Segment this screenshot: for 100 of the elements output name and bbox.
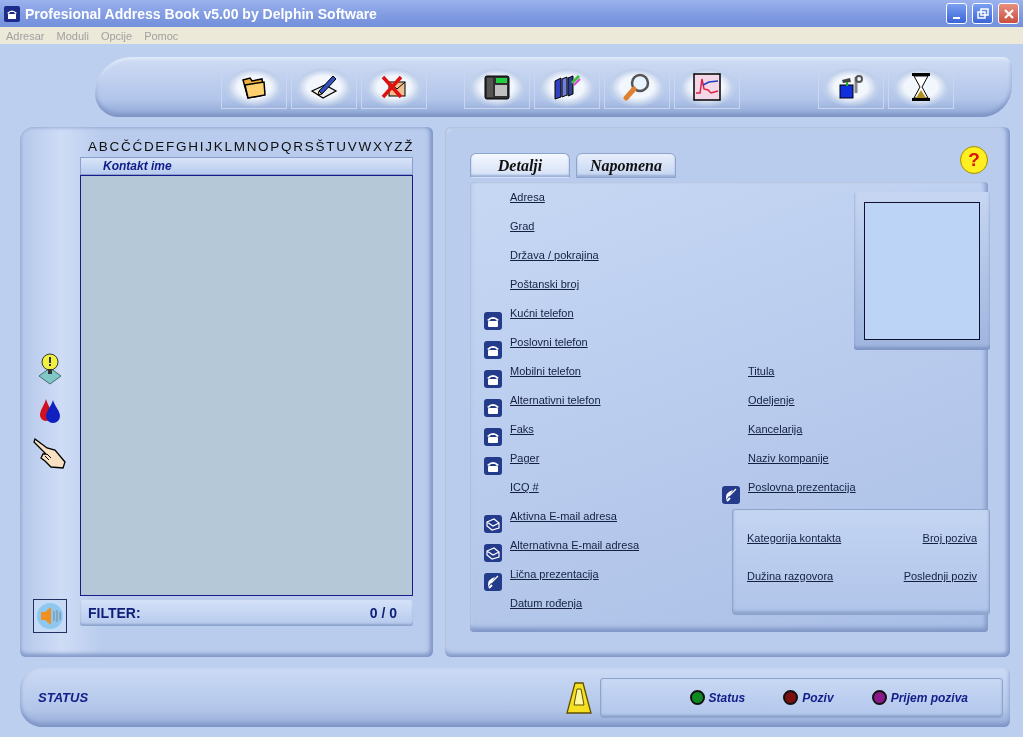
field-link[interactable]: Poštanski broj — [510, 277, 580, 290]
field-link[interactable]: Naziv kompanije — [748, 451, 829, 464]
telephone-icon — [4, 5, 20, 22]
letter-link[interactable]: H — [188, 135, 199, 157]
chart-icon — [693, 73, 721, 101]
letter-link[interactable]: V — [347, 135, 357, 157]
field-link[interactable]: Alternativni telefon — [510, 393, 601, 406]
letter-link[interactable]: Q — [281, 135, 292, 157]
field-link[interactable]: Mobilni telefon — [510, 364, 581, 377]
close-button[interactable] — [998, 3, 1019, 24]
field-link[interactable]: Država / pokrajina — [510, 248, 599, 261]
search-icon — [622, 72, 652, 102]
field-link[interactable]: Kancelarija — [748, 422, 803, 435]
letter-link[interactable]: N — [246, 135, 257, 157]
letter-link[interactable]: B — [98, 135, 108, 157]
toolbox-icon — [837, 73, 865, 101]
telephone-icon — [484, 341, 502, 359]
field-link[interactable]: Adresa — [510, 190, 545, 203]
field-link[interactable]: Grad — [510, 219, 535, 232]
photo-area[interactable] — [864, 202, 980, 340]
field-link[interactable]: Pager — [510, 451, 540, 464]
toolbar-button[interactable] — [534, 65, 600, 109]
indicator-label: Poziv — [802, 690, 834, 705]
letter-link[interactable]: T — [326, 135, 335, 157]
field-link[interactable]: Poslovni telefon — [510, 335, 588, 348]
field-link[interactable]: Aktivna E-mail adresa — [510, 509, 617, 522]
tab[interactable]: Napomena — [576, 153, 676, 178]
minimize-button[interactable] — [946, 3, 967, 24]
help-button[interactable]: ? — [960, 146, 988, 174]
status-label: STATUS — [38, 690, 90, 705]
letter-link[interactable]: C — [109, 135, 120, 157]
telephone-icon — [484, 370, 502, 388]
field-link[interactable]: Lična prezentacija — [510, 567, 599, 580]
tab[interactable]: Detalji — [470, 153, 570, 178]
field-link[interactable]: Kućni telefon — [510, 306, 574, 319]
letter-link[interactable]: D — [143, 135, 154, 157]
toolbar-button[interactable] — [221, 65, 287, 109]
filter-label: FILTER: — [88, 605, 141, 621]
contact-count: 0 / 0 — [369, 605, 397, 621]
restore-icon — [976, 7, 989, 20]
speaker-icon — [36, 602, 64, 630]
letter-link[interactable]: Y — [383, 135, 393, 157]
toolbar-button[interactable] — [888, 65, 954, 109]
letter-link[interactable]: X — [372, 135, 382, 157]
drops-icon — [38, 398, 62, 424]
field-link[interactable]: Poslednji poziv — [903, 570, 977, 582]
desk-phone-icon — [483, 73, 511, 101]
toolbar-button[interactable] — [818, 65, 884, 109]
pencil-paper-icon — [309, 73, 339, 101]
close-icon — [1002, 7, 1015, 20]
letter-link[interactable]: E — [155, 135, 165, 157]
field-link[interactable]: ICQ # — [510, 480, 539, 493]
indicator-label: Prijem poziva — [890, 690, 968, 705]
restore-button[interactable] — [972, 3, 993, 24]
letter-link[interactable]: A — [88, 135, 97, 157]
minimize-icon — [953, 16, 960, 19]
field-link[interactable]: Titula — [748, 364, 775, 377]
letter-link[interactable]: R — [293, 135, 304, 157]
pointing-hand-icon — [33, 436, 67, 470]
letter-link[interactable]: Ž — [404, 135, 413, 157]
sound-button[interactable] — [33, 599, 67, 633]
letter-link[interactable]: Č — [120, 135, 131, 157]
field-link[interactable]: Datum rođenja — [510, 596, 583, 609]
field-link[interactable]: Broj poziva — [922, 532, 977, 544]
lightbulb-icon — [37, 352, 63, 386]
hourglass-icon — [910, 72, 932, 102]
telephone-icon — [484, 312, 502, 330]
letter-link[interactable]: M — [233, 135, 245, 157]
letter-link[interactable]: I — [199, 135, 204, 157]
letter-link[interactable]: W — [358, 135, 372, 157]
field-link[interactable]: Dužina razgovora — [747, 570, 834, 582]
indicator-label: Status — [708, 690, 746, 705]
field-link[interactable]: Alternativna E-mail adresa — [510, 538, 639, 551]
toolbar-button[interactable] — [291, 65, 357, 109]
letter-link[interactable]: Š — [315, 135, 325, 157]
letter-link[interactable]: J — [205, 135, 212, 157]
metronome-icon — [566, 680, 592, 715]
field-link[interactable]: Odeljenje — [748, 393, 795, 406]
letter-link[interactable]: L — [224, 135, 232, 157]
telephone-icon — [484, 399, 502, 417]
letter-link[interactable]: S — [304, 135, 314, 157]
letter-link[interactable]: F — [166, 135, 175, 157]
telephone-icon — [484, 457, 502, 475]
field-link[interactable]: Faks — [510, 422, 534, 435]
field-link[interactable]: Poslovna prezentacija — [748, 480, 856, 493]
telephone-icon — [484, 428, 502, 446]
books-icon — [552, 73, 582, 101]
letter-link[interactable]: Z — [394, 135, 403, 157]
toolbar-button[interactable] — [464, 65, 530, 109]
field-link[interactable]: Kategorija kontakta — [747, 532, 842, 544]
letter-link[interactable]: K — [213, 135, 223, 157]
toolbar-button[interactable] — [604, 65, 670, 109]
letter-link[interactable]: P — [270, 135, 280, 157]
column-header[interactable]: Kontakt ime — [80, 157, 413, 175]
toolbar-button[interactable] — [674, 65, 740, 109]
window-title: Profesional Address Book v5.00 by Delphin Software — [25, 5, 378, 22]
letter-link[interactable]: O — [258, 135, 269, 157]
letter-link[interactable]: Ć — [132, 135, 143, 157]
letter-link[interactable]: G — [176, 135, 187, 157]
letter-link[interactable]: U — [336, 135, 346, 157]
